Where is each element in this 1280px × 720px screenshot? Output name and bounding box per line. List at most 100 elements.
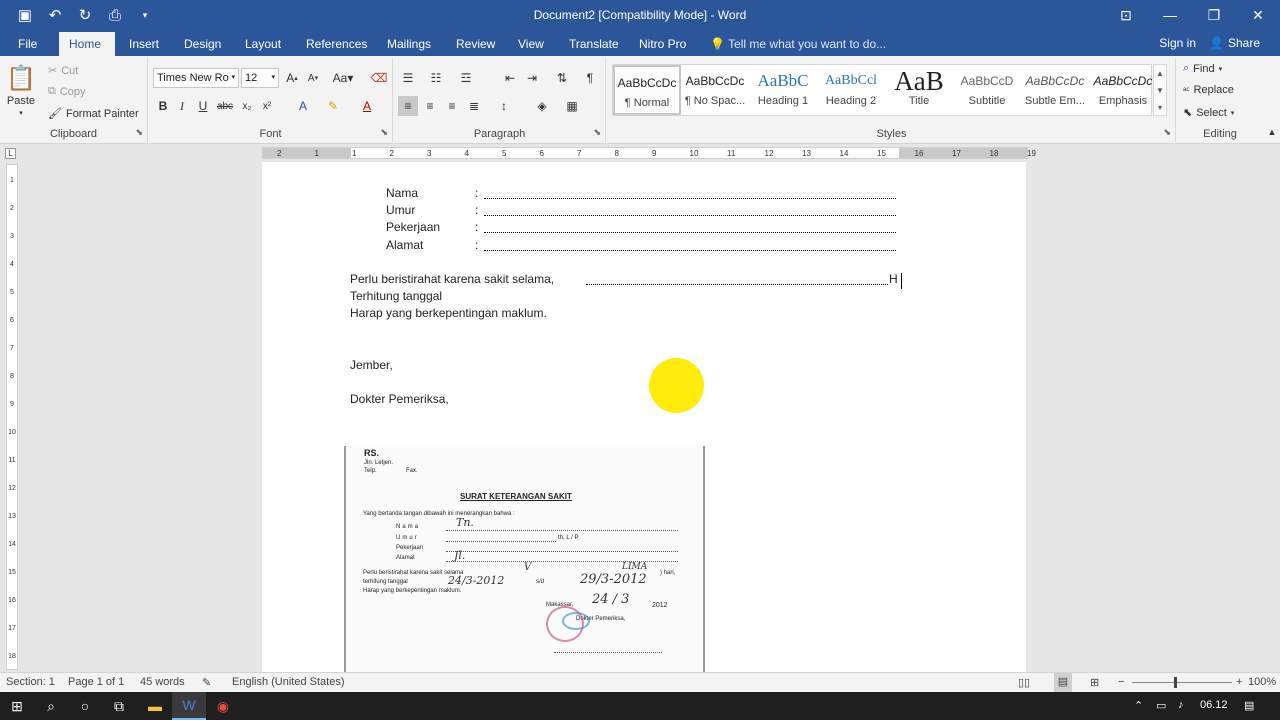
clear-formatting-icon[interactable]: ⌫ [369,68,389,88]
multilevel-list-icon[interactable]: ☲ [456,68,476,88]
shrink-font-icon[interactable]: A ▾ [303,68,323,88]
minimize-button[interactable]: — [1148,0,1192,30]
tab-review[interactable]: Review [446,32,505,56]
italic-icon[interactable]: I [172,96,192,116]
search-icon[interactable]: ⌕ [34,692,68,720]
bullets-icon[interactable]: ☰ [398,68,418,88]
restore-button[interactable]: ❐ [1192,0,1236,30]
borders-icon[interactable]: ▦ [562,96,582,116]
sign-in-link[interactable]: Sign in [1159,36,1196,50]
print-layout-icon[interactable]: ▤ [1054,673,1072,692]
ribbon-display-options-icon[interactable]: ⊡ [1104,0,1148,30]
tab-references[interactable]: References [296,32,377,56]
bold-icon[interactable]: B [153,96,173,116]
styles-group: Styles ⬊ [608,58,1176,142]
font-group-label: Font [259,128,282,140]
align-right-icon[interactable]: ≡ [442,96,462,116]
shading-icon[interactable]: ◈ [532,96,552,116]
font-color-icon[interactable]: A [357,96,377,116]
tab-layout[interactable]: Layout [235,32,291,56]
task-view-icon[interactable]: ⧉ [102,692,136,720]
word-count[interactable]: 45 words [140,676,185,688]
align-left-icon[interactable]: ≡ [398,96,418,116]
select-button[interactable]: ⬉ Select ▾ [1183,106,1234,120]
proofing-icon[interactable]: ✎ [202,676,211,689]
windows-start-icon[interactable]: ⊞ [0,692,34,720]
dialog-launcher-icon[interactable]: ⬊ [380,127,388,138]
zoom-out-icon[interactable]: − [1118,676,1124,688]
tell-me-box[interactable]: 💡 Tell me what you want to do... [700,32,896,56]
editing-group-label: Editing [1203,128,1237,140]
justify-icon[interactable]: ≣ [464,96,484,116]
dialog-launcher-icon[interactable]: ⬊ [593,127,601,138]
font-name-value: Times New Ro [157,72,229,84]
tab-home[interactable]: Home [59,32,115,56]
tab-translate[interactable]: Translate [559,32,629,56]
paste-button[interactable]: 📋 Paste ▾ [6,64,36,117]
tab-nitro-pro[interactable]: Nitro Pro [629,32,696,56]
web-layout-icon[interactable]: ⊞ [1090,676,1099,689]
chrome-icon[interactable]: ◉ [206,692,240,720]
ruler-number: 8 [614,149,619,158]
numbering-icon[interactable]: ☷ [426,68,446,88]
horizontal-ruler[interactable]: 2 1 1 2 3 4 5 6 7 8 9 10 11 12 13 14 15 16 17 18 19 [262,147,1036,159]
grow-font-icon[interactable]: A ▴ [282,68,302,88]
replace-button[interactable]: ᵃᶜ Replace [1183,84,1234,96]
volume-icon[interactable]: ♪ [1178,699,1184,711]
align-center-icon[interactable]: ≡ [420,96,440,116]
tray-overflow-icon[interactable]: ⌃ [1134,699,1143,712]
handwriting-lima: LIMA [622,562,648,572]
zoom-in-icon[interactable]: + [1236,676,1242,688]
increase-indent-icon[interactable]: ⇥ [522,68,542,88]
tab-mailings[interactable]: Mailings [377,32,441,56]
tab-view[interactable]: View [508,32,554,56]
line-spacing-icon[interactable]: ↕ [494,96,514,116]
read-mode-icon[interactable]: ▯▯ [1018,676,1030,689]
language-indicator[interactable]: English (United States) [232,676,345,688]
word-app-icon[interactable]: W [172,692,206,720]
format-painter-button[interactable]: 🖌 Format Painter [48,107,139,121]
dotted-fill-line [484,208,896,216]
network-icon[interactable]: ▭ [1156,699,1166,712]
cut-button[interactable]: ✂ Cut [48,64,78,78]
share-button[interactable]: 👤 Share [1209,36,1260,50]
scanned-certificate-image[interactable]: RS. Jln. Letjen. Telp. Fax. SURAT KETERA… [344,446,705,672]
superscript-icon[interactable]: x² [257,96,277,116]
notifications-icon[interactable]: ▤ [1244,699,1254,712]
text-effects-icon[interactable]: A [293,96,313,116]
ruler-number: 8 [10,373,14,380]
scan-address: Jln. Letjen. [364,460,394,466]
decrease-indent-icon[interactable]: ⇤ [500,68,520,88]
tab-file[interactable]: File [8,32,47,56]
ruler-number: 4 [10,261,14,268]
zoom-slider-thumb[interactable] [1174,677,1177,688]
show-formatting-icon[interactable]: ¶ [580,68,600,88]
dialog-launcher-icon[interactable]: ⬊ [1163,127,1171,138]
change-case-icon[interactable]: Aa▾ [329,68,357,88]
sort-icon[interactable]: ⇅ [552,68,572,88]
replace-label: Replace [1193,84,1234,96]
date-line: Terhitung tanggal [350,289,443,303]
section-indicator[interactable]: Section: 1 [6,676,55,688]
cortana-icon[interactable]: ○ [68,692,102,720]
tab-selector-icon[interactable]: L [5,148,16,159]
page-indicator[interactable]: Page 1 of 1 [68,676,124,688]
file-explorer-icon[interactable]: ▬ [138,692,172,720]
copy-button[interactable]: ⧉ Copy [48,85,86,98]
find-button[interactable]: ⌕ Find ▾ [1183,62,1222,75]
underline-icon[interactable]: U [193,96,213,116]
collapse-ribbon-icon[interactable]: ▲ [1262,122,1280,142]
clock[interactable]: 06.12 [1200,699,1228,711]
strikethrough-icon[interactable]: abc [215,96,235,116]
subscript-icon[interactable]: x₂ [237,96,257,116]
font-name-select[interactable]: Times New Ro ▾ [153,68,239,88]
dialog-launcher-icon[interactable]: ⬊ [135,127,143,138]
tab-design[interactable]: Design [174,32,231,56]
highlight-color-icon[interactable]: ✎ [323,96,343,116]
font-size-select[interactable]: 12 ▾ [241,68,279,88]
zoom-level[interactable]: 100% [1248,676,1276,688]
close-button[interactable]: ✕ [1236,0,1280,30]
zoom-slider[interactable] [1132,682,1232,683]
tab-insert[interactable]: Insert [119,32,169,56]
vertical-ruler[interactable]: 1 2 3 4 5 6 7 8 9 10 11 12 13 14 15 16 17 18 [6,164,18,670]
